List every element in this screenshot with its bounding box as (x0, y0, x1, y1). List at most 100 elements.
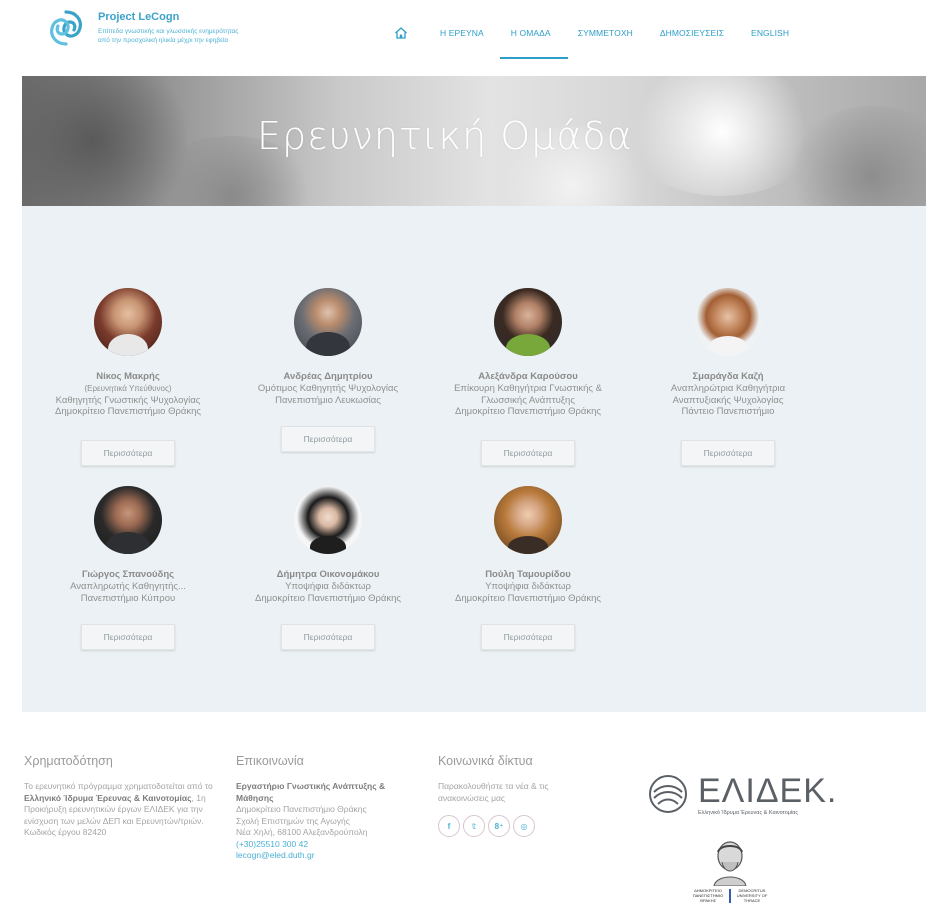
member-affiliation: Πανεπιστήμιο Κύπρου (80, 592, 176, 604)
nav-item-publications[interactable]: ΔΗΜΟΣΙΕΥΣΕΙΣ (660, 28, 724, 38)
project-code: Κωδικός έργου 82420 (24, 827, 107, 837)
member-title: Καθηγητής Γνωστικής Ψυχολογίας (55, 394, 201, 406)
more-button[interactable]: Περισσότερα (681, 440, 775, 466)
nav-item-english[interactable]: ENGLISH (751, 28, 789, 38)
member-affiliation: Δημοκρίτειο Πανεπιστήμιο Θράκης (255, 592, 401, 604)
member-affiliation: Δημοκρίτειο Πανεπιστήμιο Θράκης (455, 406, 601, 417)
pinterest-icon[interactable]: ◎ (513, 815, 535, 837)
footer-heading: Χρηματοδότηση (24, 754, 113, 768)
member-title: Αναπληρωτής Καθηγητής... (70, 581, 186, 592)
duth-caption: ΔΗΜΟΚΡΙΤΕΙΟ ΠΑΝΕΠΙΣΤΗΜΙΟ ΘΡΑΚΗΣ DEMOCRIT… (684, 888, 776, 903)
lab-name: Εργαστήριο Γνωστικής Ανάπτυξης & Μάθησης (236, 781, 386, 803)
avatar-shirt (108, 334, 148, 356)
team-member-card: Δήμητρα Οικονομάκου Υποψήφια διδάκτωρ Δη… (228, 486, 428, 650)
nav-item-research[interactable]: Η ΕΡΕΥΝΑ (440, 28, 484, 38)
member-role: (Ερευνητικά Υπεύθυνος) (84, 384, 172, 393)
duth-logo[interactable]: ΔΗΜΟΚΡΙΤΕΙΟ ΠΑΝΕΠΙΣΤΗΜΙΟ ΘΡΑΚΗΣ DEMOCRIT… (684, 840, 776, 908)
democritus-bust-icon (713, 841, 747, 886)
more-button[interactable]: Περισσότερα (81, 440, 175, 466)
avatar[interactable] (494, 288, 562, 356)
member-title: Αναπληρώτρια Καθηγήτρια (670, 383, 786, 394)
contact-text: Εργαστήριο Γνωστικής Ανάπτυξης & Μάθησης… (236, 781, 421, 862)
active-nav-underline (500, 57, 568, 59)
twitter-icon[interactable]: 𝕥 (463, 815, 485, 837)
facebook-icon[interactable]: f (438, 815, 460, 837)
duth-name-greek: ΔΗΜΟΚΡΙΤΕΙΟ ΠΑΝΕΠΙΣΤΗΜΙΟ ΘΡΑΚΗΣ (692, 888, 724, 903)
team-member-card: Αλεξάνδρα Καρούσου Επίκουρη Καθηγήτρια Γ… (428, 288, 628, 466)
member-title: Υποψήφια διδάκτωρ (485, 581, 571, 592)
nav-item-team[interactable]: Η ΟΜΑΔΑ (511, 28, 551, 38)
avatar[interactable] (294, 288, 362, 356)
duth-divider (729, 888, 731, 903)
member-name[interactable]: Σμαράγδα Καζή (628, 371, 828, 383)
footer-heading: Επικοινωνία (236, 754, 304, 768)
team-member-card: Γιώργος Σπανούδης Αναπληρωτής Καθηγητής.… (28, 486, 228, 650)
member-name[interactable]: Δήμητρα Οικονομάκου (228, 569, 428, 581)
google-plus-icon[interactable]: 8⁺ (488, 815, 510, 837)
hero-banner: Ερευνητική Ομάδα (22, 76, 926, 206)
site-footer: Χρηματοδότηση Το ερευνητικό πρόγραμμα χρ… (0, 712, 930, 908)
avatar-jacket (106, 532, 150, 554)
elidek-logo[interactable]: ΕΛΙΔΕΚ. Ελληνικό Ίδρυμα Έρευνας & Καινοτ… (646, 772, 836, 822)
brand-title[interactable]: Project LeCogn (98, 11, 179, 23)
avatar-top (708, 336, 748, 356)
more-button[interactable]: Περισσότερα (81, 624, 175, 650)
avatar[interactable] (94, 288, 162, 356)
member-title: Αναπτυξιακής Ψυχολογίας (672, 394, 784, 406)
team-section: Νίκος Μακρής (Ερευνητικά Υπεύθυνος) Καθη… (22, 206, 926, 712)
avatar[interactable] (294, 486, 362, 554)
social-icons: f 𝕥 8⁺ ◎ (438, 815, 598, 837)
member-title: Ομότιμος Καθηγητής Ψυχολογίας (257, 383, 399, 394)
avatar-top (508, 536, 548, 554)
more-button[interactable]: Περισσότερα (481, 624, 575, 650)
social-text: Παρακολουθήστε τα νέα & τις ανακοινώσεις… (438, 781, 549, 803)
member-name[interactable]: Πούλη Ταμουρίδου (428, 569, 628, 581)
team-member-card: Ανδρέας Δημητρίου Ομότιμος Καθηγητής Ψυχ… (228, 288, 428, 452)
footer-social: Κοινωνικά δίκτυα Παρακολουθήστε τα νέα &… (438, 754, 598, 837)
elidek-name: ΕΛΙΔΕΚ. (698, 772, 838, 810)
team-member-card: Νίκος Μακρής (Ερευνητικά Υπεύθυνος) Καθη… (28, 288, 228, 466)
avatar-top (506, 334, 550, 356)
footer-funding: Χρηματοδότηση Το ερευνητικό πρόγραμμα χρ… (24, 754, 214, 839)
funding-text: Το ερευνητικό πρόγραμμα χρηματοδοτείται … (24, 781, 214, 839)
member-name[interactable]: Γιώργος Σπανούδης (28, 569, 228, 581)
more-button[interactable]: Περισσότερα (281, 624, 375, 650)
project-logo-icon[interactable] (46, 8, 86, 48)
more-button[interactable]: Περισσότερα (481, 440, 575, 466)
funder-name: Ελληνικό Ίδρυμα Έρευνας & Καινοτομίας (24, 792, 192, 803)
avatar[interactable] (494, 486, 562, 554)
avatar[interactable] (694, 288, 762, 356)
address-line: Δημοκρίτειο Πανεπιστήμιο Θράκης (236, 804, 367, 814)
member-title: Επίκουρη Καθηγήτρια Γνωστικής & (454, 383, 602, 394)
funding-text-part: Το ερευνητικό πρόγραμμα χρηματοδοτείται … (24, 781, 213, 791)
avatar-jacket (306, 332, 350, 356)
member-affiliation: Δημοκρίτειο Πανεπιστήμιο Θράκης (455, 592, 601, 604)
footer-heading: Κοινωνικά δίκτυα (438, 754, 533, 768)
brand-subtitle-line: από την προσχολική ηλικία μέχρι την εφηβ… (98, 37, 229, 44)
member-title: Υποψήφια διδάκτωρ (285, 581, 371, 592)
elidek-emblem-icon (649, 775, 687, 813)
member-name[interactable]: Αλεξάνδρα Καρούσου (428, 371, 628, 383)
phone-link[interactable]: (+30)25510 300 42 (236, 839, 308, 849)
brand-subtitle-line: Επίπεδα γνωστικής και γλωσσικής ενημερότ… (98, 28, 239, 35)
member-affiliation: Πάντειο Πανεπιστήμιο (681, 406, 775, 417)
member-title: Γλωσσικής Ανάπτυξης (481, 394, 575, 406)
avatar-top (310, 536, 346, 554)
member-name[interactable]: Νίκος Μακρής (28, 371, 228, 383)
more-button[interactable]: Περισσότερα (281, 426, 375, 452)
nav-item-participation[interactable]: ΣΥΜΜΕΤΟΧΗ (578, 28, 633, 38)
avatar[interactable] (94, 486, 162, 554)
brand-subtitle: Επίπεδα γνωστικής και γλωσσικής ενημερότ… (98, 27, 298, 45)
home-icon[interactable] (394, 26, 408, 40)
member-affiliation: Δημοκρίτειο Πανεπιστήμιο Θράκης (55, 406, 201, 417)
elidek-subtitle: Ελληνικό Ίδρυμα Έρευνας & Καινοτομίας (698, 810, 798, 816)
email-link[interactable]: lecogn@eled.duth.gr (236, 850, 315, 860)
duth-name-english: DEMOCRITUS UNIVERSITY OF THRACE (736, 888, 768, 903)
team-member-card: Σμαράγδα Καζή Αναπληρώτρια Καθηγήτρια Αν… (628, 288, 828, 466)
site-header: Project LeCogn Επίπεδα γνωστικής και γλω… (0, 0, 930, 76)
address-line: Σχολή Επιστημών της Αγωγής (236, 815, 350, 826)
team-member-card: Πούλη Ταμουρίδου Υποψήφια διδάκτωρ Δημοκ… (428, 486, 628, 650)
member-name[interactable]: Ανδρέας Δημητρίου (228, 371, 428, 383)
address-line: Νέα Χηλή, 68100 Αλεξανδρούπολη (236, 827, 368, 837)
page-title: Ερευνητική Ομάδα (257, 114, 633, 158)
